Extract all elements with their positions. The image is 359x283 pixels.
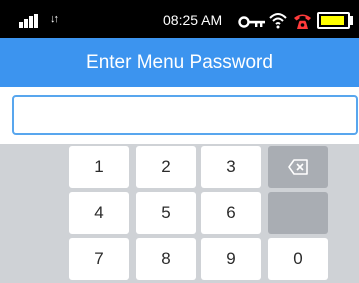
status-time: 08:25 AM	[163, 12, 223, 28]
backspace-icon	[288, 159, 308, 175]
battery-tip	[350, 16, 353, 25]
page-title: Enter Menu Password	[0, 38, 359, 87]
key-1[interactable]: 1	[69, 146, 129, 188]
signal-icon	[19, 14, 43, 28]
key-7[interactable]: 7	[69, 238, 129, 280]
data-arrows-icon: ↓↑	[50, 13, 59, 25]
key-8[interactable]: 8	[136, 238, 196, 280]
key-6[interactable]: 6	[201, 192, 261, 234]
backspace-button[interactable]	[268, 146, 328, 188]
key-9[interactable]: 9	[201, 238, 261, 280]
missed-call-icon	[294, 14, 311, 29]
blank-function-key[interactable]	[268, 192, 328, 234]
key-3[interactable]: 3	[201, 146, 261, 188]
battery-level	[321, 16, 344, 25]
password-field[interactable]	[12, 95, 358, 135]
status-bar: ↓↑ 08:25 AM	[0, 0, 359, 38]
key-2[interactable]: 2	[136, 146, 196, 188]
key-4[interactable]: 4	[69, 192, 129, 234]
key-icon	[238, 16, 265, 28]
battery-icon	[317, 12, 350, 29]
wifi-icon	[269, 13, 287, 29]
key-5[interactable]: 5	[136, 192, 196, 234]
key-0[interactable]: 0	[268, 238, 328, 280]
password-area	[0, 87, 359, 144]
